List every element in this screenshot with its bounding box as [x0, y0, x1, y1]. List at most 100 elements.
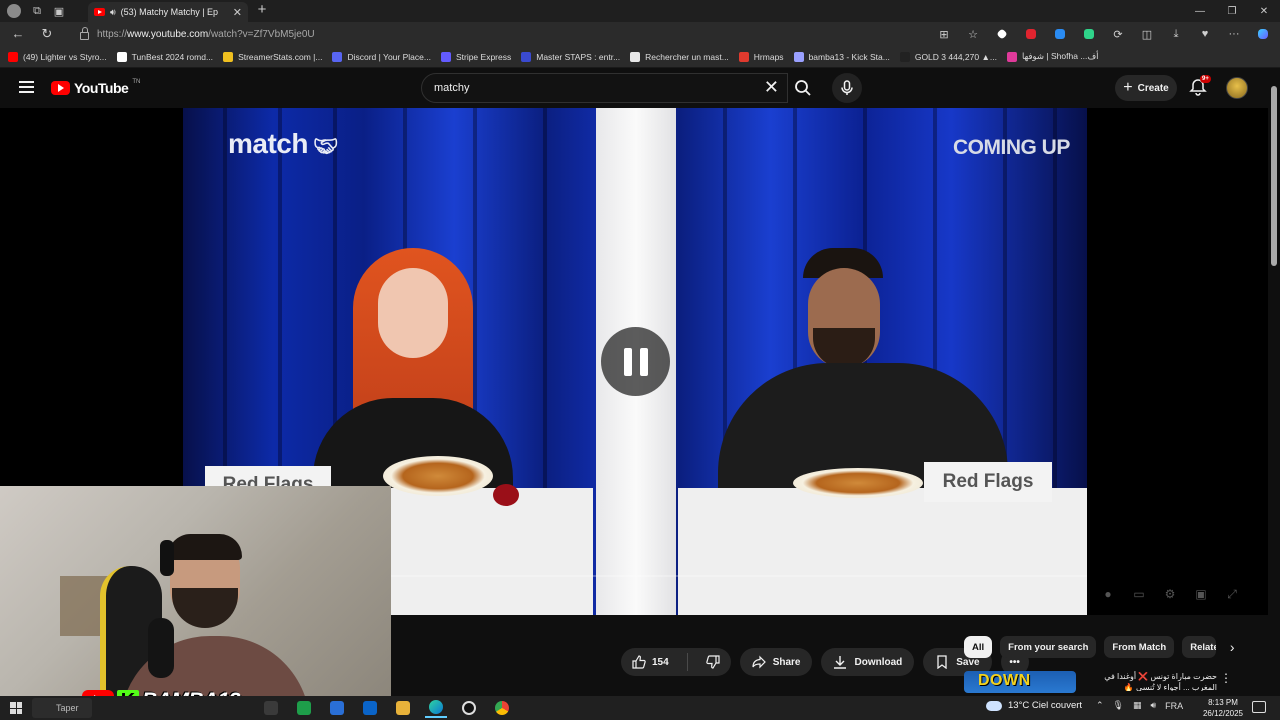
taskbar-apps — [260, 698, 513, 718]
microphone-icon — [841, 80, 853, 95]
workspaces-icon[interactable]: ⧉ — [26, 0, 48, 22]
chip-from-your-search[interactable]: From your search — [1000, 636, 1097, 658]
tray-volume-icon[interactable]: 🔊︎ — [1151, 700, 1157, 711]
bookmark-item[interactable]: Rechercher un mast... — [630, 51, 729, 62]
share-button[interactable]: Share — [739, 648, 813, 676]
restore-icon[interactable]: ❐ — [1216, 0, 1248, 22]
extension-red-icon[interactable] — [1022, 25, 1040, 43]
app-available-icon[interactable]: ⊞ — [935, 25, 953, 43]
tray-network-icon[interactable]: ▦ — [1133, 700, 1142, 711]
bookmark-item[interactable]: Master STAPS : entr... — [521, 51, 620, 62]
favorite-star-icon[interactable]: ☆ — [964, 25, 982, 43]
close-window-icon[interactable]: ✕ — [1248, 0, 1280, 22]
settings-menu-icon[interactable]: ··· — [1225, 25, 1243, 43]
create-button[interactable]: + Create — [1115, 75, 1177, 101]
youtube-play-icon — [51, 81, 70, 95]
youtube-logo[interactable]: YouTube TN — [51, 79, 140, 96]
recommended-menu-icon[interactable]: ⋮ — [1220, 671, 1232, 685]
like-count: 154 — [652, 656, 669, 668]
clock[interactable]: 8:13 PM 26/12/2025 — [1200, 697, 1246, 719]
profile-icon[interactable] — [7, 4, 21, 18]
fullscreen-icon[interactable]: ⤢ — [1224, 587, 1240, 601]
microphone — [148, 618, 174, 678]
thumbs-down-icon — [705, 655, 720, 669]
recommended-title[interactable]: حضرت مباراة تونس ❌ أوغندا في المغرب ... … — [1082, 671, 1217, 691]
weather-widget[interactable]: 13°C Ciel couvert — [986, 700, 1082, 711]
close-tab-icon[interactable]: ✕ — [233, 6, 242, 19]
split-screen-icon[interactable]: ◫ — [1138, 25, 1156, 43]
notifications-button[interactable]: 9+ — [1189, 75, 1211, 98]
chip-all[interactable]: All — [964, 636, 993, 658]
edge-app-icon[interactable] — [425, 698, 447, 718]
download-button[interactable]: Download — [821, 648, 915, 676]
recommendation-filter-chips: All From your search From Match Related … — [964, 636, 1240, 658]
tray-microphone-icon[interactable]: 🎙︎ — [1113, 700, 1124, 711]
video-progress-bar[interactable] — [391, 575, 1087, 577]
extension-green-icon[interactable] — [1080, 25, 1098, 43]
outlook-app-icon[interactable] — [359, 698, 381, 718]
tab-actions-icon[interactable]: ▣ — [48, 0, 70, 22]
bookmark-item[interactable]: Discord | Your Place... — [332, 51, 431, 62]
green-app-icon[interactable] — [293, 698, 315, 718]
player-control-icons: ● ▭ ⚙ ▣ ⤢ — [1100, 587, 1240, 602]
bookmark-item[interactable]: (49) Lighter vs Styro... — [8, 51, 107, 62]
performance-icon[interactable]: ♥ — [1196, 25, 1214, 43]
voice-search-button[interactable] — [832, 73, 862, 103]
chip-from-match[interactable]: From Match — [1104, 636, 1175, 658]
subtitles-icon[interactable]: ▭ — [1131, 587, 1147, 601]
bookmark-item[interactable]: Stripe Express — [440, 51, 512, 62]
dislike-button[interactable] — [695, 648, 731, 676]
menu-icon[interactable] — [19, 81, 34, 93]
search-input[interactable]: matchy ✕ — [421, 73, 788, 103]
chrome-app-icon[interactable] — [491, 698, 513, 718]
bookmark-item[interactable]: GOLD 3 444,270 ▲... — [899, 51, 997, 62]
like-button[interactable]: 154 — [621, 648, 680, 676]
minimize-icon[interactable]: — — [1184, 0, 1216, 22]
autoplay-toggle-icon[interactable]: ● — [1100, 587, 1116, 601]
bookmark-favicon-icon — [1006, 51, 1017, 62]
scrollbar-thumb[interactable] — [1271, 86, 1277, 266]
webcam-overlay — [0, 486, 391, 720]
files-app-icon[interactable] — [260, 698, 282, 718]
bookmark-item[interactable]: Hrmaps — [738, 51, 784, 62]
refresh-icon[interactable]: ↻ — [38, 25, 56, 43]
active-tab[interactable]: 🔊︎ (53) Matchy Matchy | Ep ✕ — [88, 2, 248, 22]
tray-chevron-icon[interactable]: ⌃ — [1096, 700, 1104, 711]
url-field[interactable]: https://www.youtube.com/watch?v=Zf7VbM5j… — [74, 24, 978, 44]
extensions-row: ⊞ ☆ ⟳ ◫ ⤓ ♥ ··· — [935, 25, 1272, 43]
store-app-icon[interactable] — [326, 698, 348, 718]
bookmark-item[interactable]: TunBest 2024 romd... — [116, 51, 213, 62]
downloads-icon[interactable]: ⤓ — [1167, 25, 1185, 43]
pause-button[interactable] — [601, 327, 670, 396]
bookmark-item[interactable]: شوفها | Shofha ...أف — [1006, 51, 1099, 62]
extension-blue-icon[interactable] — [1051, 25, 1069, 43]
chip-related[interactable]: Related — [1182, 636, 1217, 658]
bookmark-label: Stripe Express — [455, 51, 512, 62]
extension-diamond-icon[interactable] — [993, 25, 1011, 43]
search-button[interactable] — [788, 73, 818, 103]
more-icon: ••• — [1009, 656, 1020, 668]
back-icon[interactable]: ← — [9, 25, 27, 43]
taskbar-search[interactable]: Taper — [32, 698, 92, 718]
copilot-icon[interactable] — [1254, 25, 1272, 43]
explorer-app-icon[interactable] — [392, 698, 414, 718]
clear-search-icon[interactable]: ✕ — [764, 77, 779, 98]
lock-icon[interactable] — [80, 26, 89, 40]
bookmark-item[interactable]: StreamerStats.com |... — [223, 51, 322, 62]
notification-center-icon[interactable] — [1252, 701, 1266, 713]
obs-app-icon[interactable] — [458, 698, 480, 718]
recommended-thumbnail[interactable]: DOWN — [964, 671, 1076, 693]
chevron-right-icon[interactable]: › — [1224, 636, 1240, 658]
language-indicator[interactable]: FRA — [1165, 701, 1183, 711]
headset — [160, 540, 174, 576]
bookmark-icon — [937, 655, 947, 669]
new-tab-button[interactable]: + — [254, 2, 270, 18]
account-avatar[interactable] — [1226, 77, 1248, 99]
extensions-puzzle-icon[interactable]: ⟳ — [1109, 25, 1127, 43]
bookmark-item[interactable]: bamba13 - Kick Sta... — [793, 51, 890, 62]
settings-gear-icon[interactable]: ⚙ — [1162, 587, 1178, 601]
start-icon[interactable] — [10, 702, 22, 714]
speaker-icon[interactable]: 🔊︎ — [110, 7, 116, 18]
miniplayer-icon[interactable]: ▣ — [1193, 587, 1209, 601]
page-scrollbar[interactable] — [1268, 68, 1280, 690]
